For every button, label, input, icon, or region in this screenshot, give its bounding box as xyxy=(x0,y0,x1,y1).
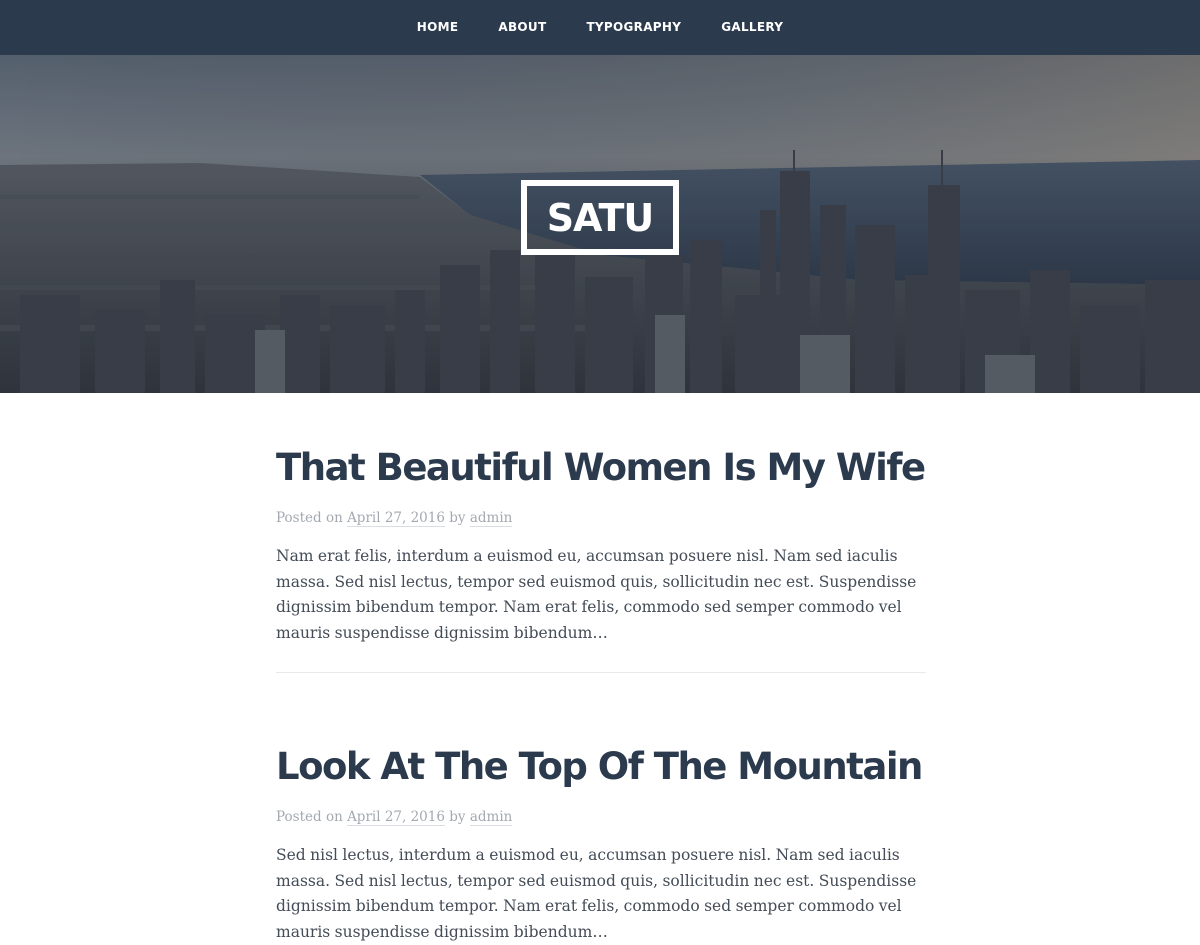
post-meta: Posted on April 27, 2016 by admin xyxy=(276,509,926,527)
post-author-link[interactable]: admin xyxy=(469,510,513,527)
posted-on-label: Posted on xyxy=(276,809,343,825)
posts-list: That Beautiful Women Is My Wife Posted o… xyxy=(276,393,926,945)
nav-item-home[interactable]: HOME xyxy=(417,0,459,55)
post-item: Look At The Top Of The Mountain Posted o… xyxy=(276,744,926,945)
post-title: That Beautiful Women Is My Wife xyxy=(276,445,926,491)
post-item: That Beautiful Women Is My Wife Posted o… xyxy=(276,445,926,673)
post-author-link[interactable]: admin xyxy=(469,809,513,826)
post-title: Look At The Top Of The Mountain xyxy=(276,744,926,790)
posted-on-label: Posted on xyxy=(276,510,343,526)
post-title-link[interactable]: That Beautiful Women Is My Wife xyxy=(276,446,926,489)
post-date-link[interactable]: April 27, 2016 xyxy=(347,510,445,527)
hero-header: SATU xyxy=(0,55,1200,393)
nav-item-gallery[interactable]: GALLERY xyxy=(721,0,783,55)
post-divider xyxy=(276,672,926,673)
by-label: by xyxy=(449,809,466,825)
post-excerpt: Sed nisl lectus, interdum a euismod eu, … xyxy=(276,846,917,941)
post-date-link[interactable]: April 27, 2016 xyxy=(347,809,445,826)
site-title-logo[interactable]: SATU xyxy=(521,180,679,255)
nav-item-typography[interactable]: TYPOGRAPHY xyxy=(586,0,681,55)
post-excerpt: Nam erat felis, interdum a euismod eu, a… xyxy=(276,547,917,642)
post-title-link[interactable]: Look At The Top Of The Mountain xyxy=(276,745,923,788)
by-label: by xyxy=(449,510,466,526)
nav-item-about[interactable]: ABOUT xyxy=(498,0,546,55)
post-meta: Posted on April 27, 2016 by admin xyxy=(276,808,926,826)
main-navigation: HOME ABOUT TYPOGRAPHY GALLERY xyxy=(0,0,1200,55)
